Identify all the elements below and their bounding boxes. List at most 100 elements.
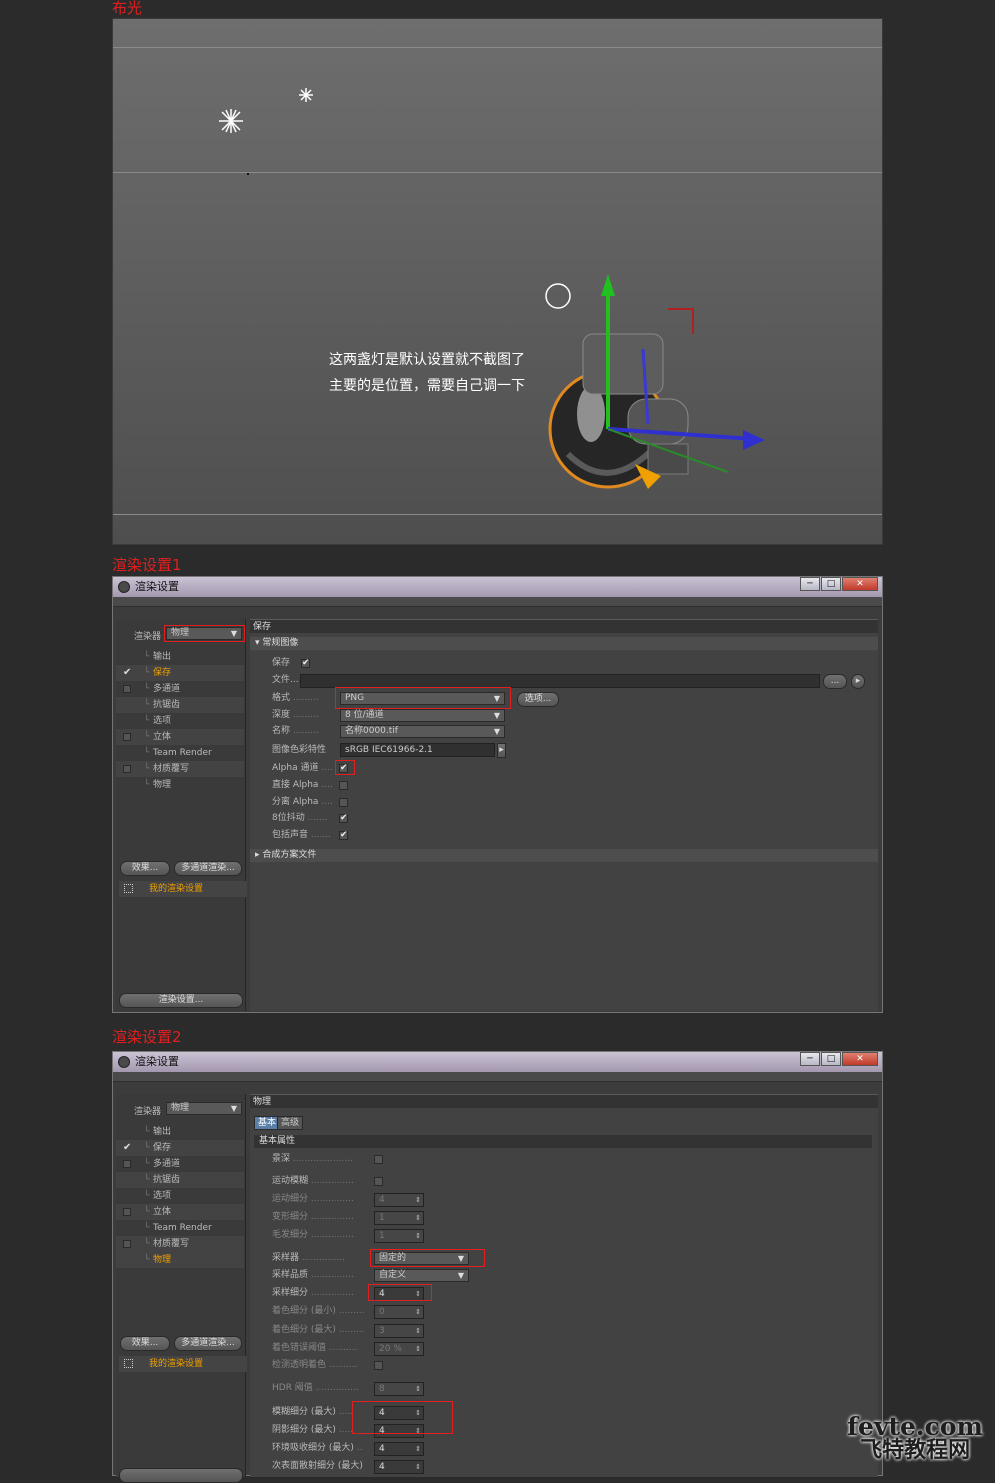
file-path-field[interactable] [300, 674, 820, 688]
render-config-item[interactable]: 我的渲染设置 [119, 1356, 247, 1372]
nav-item-options[interactable]: └ 选项 [116, 1188, 244, 1204]
sss-subdiv-input[interactable]: 4 ⇕ [374, 1460, 424, 1474]
nav-item-save[interactable]: ✔ └ 保存 [116, 1140, 244, 1156]
panel-header: 物理 [250, 1094, 878, 1108]
app-icon [118, 1056, 130, 1068]
nav-item-antialiasing[interactable]: └ 抗锯齿 [116, 697, 244, 713]
options-button[interactable]: 选项... [517, 692, 559, 707]
title-bar[interactable]: 渲染设置 ─ □ ✕ [113, 577, 882, 597]
nav-item-output[interactable]: └ 输出 [116, 649, 244, 665]
detect-transparency-row: 检测透明着色 .......... [272, 1360, 358, 1370]
left-panel: 渲染器 物理 ▼ └ 输出 ✔ └ 保存 └ 多通道 └ 抗锯齿 └ 选项 └ 立体 └ Team… [116, 619, 247, 1011]
title-bar[interactable]: 渲染设置 ─ □ ✕ [113, 1052, 882, 1072]
section-title-lighting: 布光 [112, 0, 143, 17]
light-icon-2[interactable] [299, 88, 313, 102]
save-row: 保存 [272, 658, 291, 668]
nav-item-multipass[interactable]: └ 多通道 [116, 1156, 244, 1172]
maximize-button[interactable]: □ [821, 577, 841, 591]
alpha-row: Alpha 通道 .... [272, 763, 333, 773]
minimize-button[interactable]: ─ [800, 1052, 820, 1066]
nav-item-team-render[interactable]: └ Team Render [116, 745, 244, 761]
multipass-render-button[interactable]: 多通道渲染... [174, 861, 242, 876]
ao-subdiv-input[interactable]: 4 ⇕ [374, 1442, 424, 1456]
motion-subdiv-input[interactable]: 4 ⇕ [374, 1193, 424, 1207]
motion-blur-checkbox[interactable] [374, 1177, 383, 1186]
shading-error-input[interactable]: 20 % ⇕ [374, 1342, 424, 1356]
chevron-down-icon: ▼ [457, 1271, 464, 1280]
separate-alpha-checkbox[interactable] [339, 798, 348, 807]
caption-line-2: 主要的是位置，需要自己调一下 [329, 378, 525, 394]
group-basic-properties: 基本属性 [254, 1135, 872, 1148]
multipass-render-button[interactable]: 多通道渲染... [174, 1336, 242, 1351]
right-panel: 物理 基本 高级 基本属性 景深 ..................... 运… [250, 1094, 878, 1477]
group-composite-file[interactable]: ▸ 合成方案文件 [250, 849, 878, 862]
shading-max-input[interactable]: 3 ⇕ [374, 1324, 424, 1338]
close-button[interactable]: ✕ [842, 577, 878, 591]
hdr-threshold-row: HDR 阈值 ............... [272, 1383, 359, 1393]
ao-subdiv-row: 环境吸收细分 (最大) .. [272, 1443, 363, 1453]
light-icon-1[interactable] [219, 109, 243, 133]
separate-alpha-row: 分离 Alpha .... [272, 797, 333, 807]
effects-button[interactable]: 效果... [120, 1336, 170, 1351]
nav-item-output[interactable]: └ 输出 [116, 1124, 244, 1140]
renderer-label: 渲染器 [134, 632, 162, 642]
section-title-render-settings-2: 渲染设置2 [112, 1028, 182, 1046]
nav-item-options[interactable]: └ 选项 [116, 713, 244, 729]
nav-item-antialiasing[interactable]: └ 抗锯齿 [116, 1172, 244, 1188]
dither-row: 8位抖动 ....... [272, 813, 328, 823]
render-settings-button[interactable] [119, 1468, 243, 1483]
render-config-item[interactable]: 我的渲染设置 [119, 881, 247, 897]
close-button[interactable]: ✕ [842, 1052, 878, 1066]
nav-item-team-render[interactable]: └ Team Render [116, 1220, 244, 1236]
file-play-icon[interactable]: ▸ [851, 674, 865, 689]
tab-advanced[interactable]: 高级 [277, 1116, 304, 1130]
render-config-icon [124, 884, 133, 893]
dither-checkbox[interactable]: ✔ [339, 814, 348, 823]
render-settings-button[interactable]: 渲染设置... [119, 993, 243, 1008]
renderer-dropdown[interactable]: 物理 ▼ [166, 1102, 242, 1115]
shading-min-input[interactable]: 0 ⇕ [374, 1305, 424, 1319]
sound-checkbox[interactable]: ✔ [339, 831, 348, 840]
nav-item-material-override[interactable]: └ 材质覆写 [116, 761, 244, 777]
effects-button[interactable]: 效果... [120, 861, 170, 876]
3d-viewport[interactable]: 这两盏灯是默认设置就不截图了 主要的是位置，需要自己调一下 [112, 18, 883, 545]
motion-blur-row: 运动模糊 ............... [272, 1176, 354, 1186]
render-settings-window-1: 渲染设置 ─ □ ✕ 渲染器 物理 ▼ └ 输出 ✔ └ 保存 └ 多通道 └ 抗锯齿 └ 选… [112, 576, 883, 1013]
app-icon [118, 581, 130, 593]
hair-subdiv-input[interactable]: 1 ⇕ [374, 1229, 424, 1243]
sample-quality-dropdown[interactable]: 自定义 ▼ [374, 1269, 469, 1282]
watermark: fevte.com 飞特教程网 [847, 1414, 983, 1463]
nav-item-material-override[interactable]: └ 材质覆写 [116, 1236, 244, 1252]
panel-header: 保存 [250, 619, 878, 633]
depth-row: 深度 ......... [272, 710, 319, 720]
save-checkbox[interactable]: ✔ [301, 659, 310, 668]
render-settings-window-2: 渲染设置 ─ □ ✕ 渲染器 物理 ▼ └ 输出 ✔ └ 保存 └ 多通道 └ 抗锯齿 └ 选… [112, 1051, 883, 1483]
sound-row: 包括声音 ....... [272, 830, 331, 840]
minimize-button[interactable]: ─ [800, 577, 820, 591]
caption: 这两盏灯是默认设置就不截图了 主要的是位置，需要自己调一下 [329, 347, 525, 399]
straight-alpha-checkbox[interactable] [339, 781, 348, 790]
group-general-image[interactable]: ▾ 常规图像 [250, 637, 878, 650]
name-dropdown[interactable]: 名称0000.tif ▼ [340, 725, 505, 738]
nav-item-stereo[interactable]: └ 立体 [116, 729, 244, 745]
dof-checkbox[interactable] [374, 1155, 383, 1164]
detect-transparency-checkbox[interactable] [374, 1361, 383, 1370]
depth-dropdown[interactable]: 8 位/通道 ▼ [340, 709, 505, 722]
nav-item-physical[interactable]: └ 物理 [116, 1252, 244, 1268]
nav-item-multipass[interactable]: └ 多通道 [116, 681, 244, 697]
chevron-down-icon: ▼ [493, 711, 500, 720]
hdr-threshold-input[interactable]: 8 ⇕ [374, 1382, 424, 1396]
blur-subdiv-row: 模糊细分 (最大) ..... [272, 1407, 354, 1417]
maximize-button[interactable]: □ [821, 1052, 841, 1066]
nav-item-save[interactable]: ✔ └ 保存 [116, 665, 244, 681]
nav-item-stereo[interactable]: └ 立体 [116, 1204, 244, 1220]
color-profile-field[interactable]: sRGB IEC61966-2.1 [340, 743, 495, 757]
toolbar-strip [113, 597, 882, 607]
format-row: 格式 ......... [272, 693, 319, 703]
color-profile-arrow-icon[interactable]: ▸ [497, 743, 506, 758]
deform-subdiv-input[interactable]: 1 ⇕ [374, 1211, 424, 1225]
file-browse-button[interactable]: ... [823, 674, 847, 689]
deform-subdiv-row: 变形细分 ............... [272, 1212, 354, 1222]
scene-model[interactable] [533, 254, 783, 504]
nav-item-physical[interactable]: └ 物理 [116, 777, 244, 793]
